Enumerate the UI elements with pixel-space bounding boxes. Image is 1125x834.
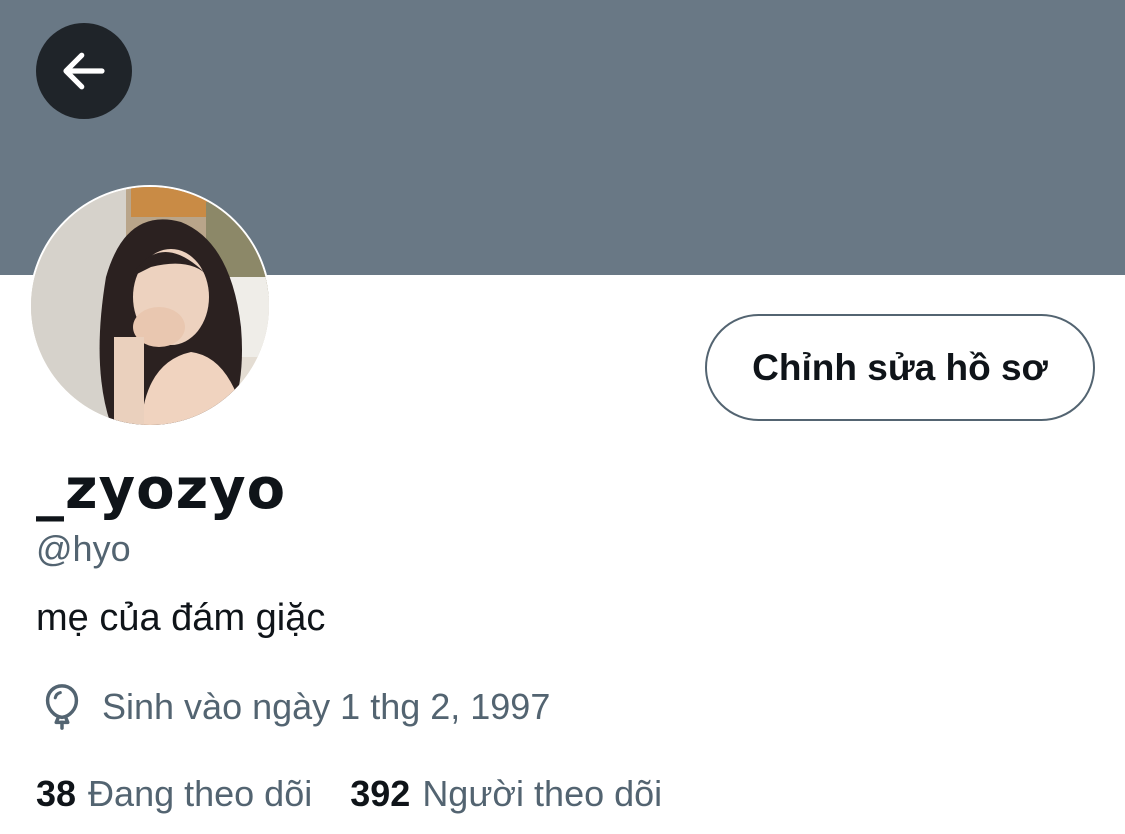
following-link[interactable]: 38 Đang theo dõi [36,773,312,815]
birth-date-text: Sinh vào ngày 1 thg 2, 1997 [102,686,551,727]
followers-link[interactable]: 392 Người theo dõi [350,773,662,815]
birth-date-row: Sinh vào ngày 1 thg 2, 1997 [38,682,550,732]
arrow-left-icon [63,52,105,90]
followers-label: Người theo dõi [422,773,663,814]
balloon-icon [45,684,79,730]
following-label: Đang theo dõi [88,773,313,814]
avatar-photo [31,187,269,425]
followers-count: 392 [350,773,411,814]
back-button[interactable] [36,23,132,119]
avatar[interactable] [29,185,271,427]
following-count: 38 [36,773,77,814]
user-handle: @hyo [36,528,131,569]
edit-profile-button[interactable]: Chỉnh sửa hồ sơ [705,314,1095,421]
edit-profile-label: Chỉnh sửa hồ sơ [752,346,1048,388]
display-name: _zyozyo [36,457,287,522]
bio: mẹ của đám giặc [36,597,326,639]
follow-stats: 38 Đang theo dõi 392 Người theo dõi [36,770,700,818]
